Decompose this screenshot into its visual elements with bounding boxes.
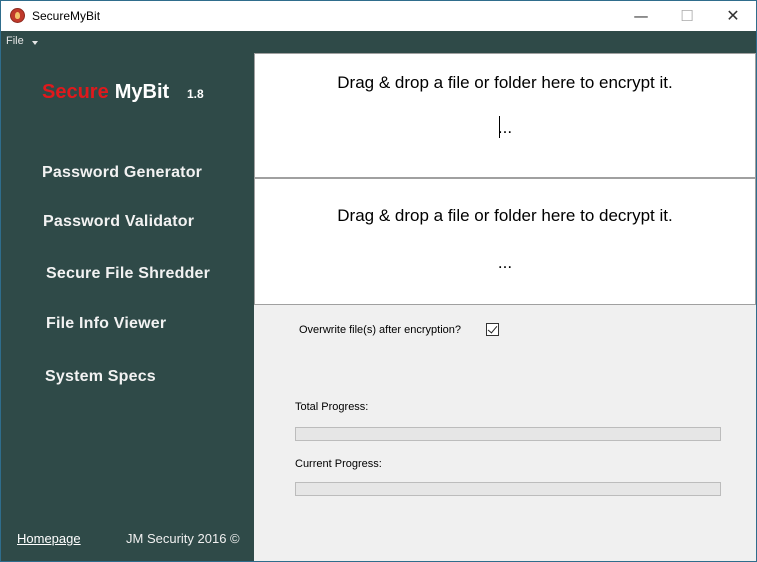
brand-mybit-text: MyBit: [114, 81, 170, 103]
encrypt-drop-prompt: Drag & drop a file or folder here to enc…: [337, 73, 673, 92]
overwrite-checkbox[interactable]: [486, 323, 499, 336]
decrypt-drop-zone[interactable]: Drag & drop a file or folder here to dec…: [254, 178, 756, 305]
menu-file[interactable]: File: [6, 35, 24, 47]
brand-logo: Secure MyBit: [42, 81, 169, 104]
title-bar[interactable]: SecureMyBit — ☐ ✕: [1, 1, 756, 31]
total-progress-label: Total Progress:: [295, 401, 369, 413]
app-window: SecureMyBit — ☐ ✕ File Secure MyBit 1.8 P…: [0, 0, 757, 562]
version-label: 1.8: [187, 87, 204, 101]
app-shield-icon: [10, 8, 25, 23]
sidebar-item-password-generator[interactable]: Password Generator: [42, 164, 202, 182]
current-progress-label: Current Progress:: [295, 458, 382, 470]
encrypt-drop-status: ...: [497, 118, 513, 137]
chevron-down-icon[interactable]: [32, 41, 38, 45]
homepage-link[interactable]: Homepage: [17, 531, 81, 546]
decrypt-drop-status: ...: [497, 253, 513, 272]
sidebar-item-system-specs[interactable]: System Specs: [45, 368, 156, 386]
copyright-text: JM Security 2016 ©: [126, 531, 240, 546]
sidebar-item-secure-file-shredder[interactable]: Secure File Shredder: [46, 265, 210, 283]
window-title: SecureMyBit: [32, 9, 101, 23]
sidebar-item-password-validator[interactable]: Password Validator: [43, 213, 194, 231]
sidebar-item-file-info-viewer[interactable]: File Info Viewer: [46, 315, 166, 333]
sidebar: Secure MyBit 1.8 Password Generator Passw…: [1, 53, 254, 561]
maximize-button[interactable]: ☐: [664, 1, 710, 31]
encrypt-drop-zone[interactable]: Drag & drop a file or folder here to enc…: [254, 53, 756, 178]
current-progress-bar: [295, 482, 721, 496]
close-button[interactable]: ✕: [710, 1, 756, 31]
menu-bar: File: [1, 31, 756, 53]
decrypt-drop-prompt: Drag & drop a file or folder here to dec…: [337, 206, 673, 225]
minimize-button[interactable]: —: [618, 1, 664, 31]
total-progress-bar: [295, 427, 721, 441]
overwrite-label: Overwrite file(s) after encryption?: [299, 324, 461, 336]
brand-secure-text: Secure: [42, 81, 109, 103]
